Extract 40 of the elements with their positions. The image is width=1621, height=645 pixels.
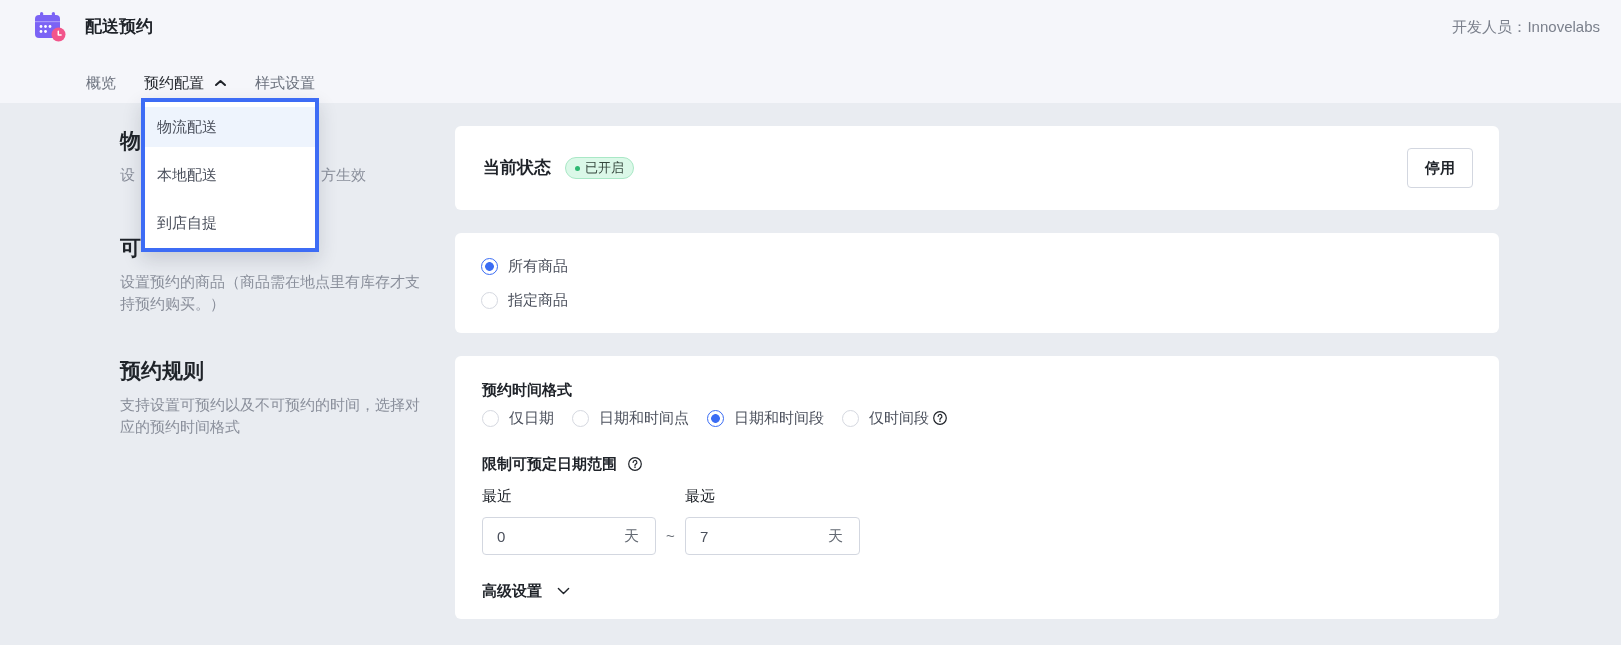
unit-label: 天	[828, 526, 843, 546]
menu-item[interactable]: 到店自提	[145, 203, 315, 243]
group-label: 限制可预定日期范围	[482, 454, 617, 474]
field-label: 最远	[685, 486, 715, 506]
disable-button[interactable]: 停用	[1407, 148, 1473, 188]
range-separator: ~	[666, 526, 675, 546]
calendar-clock-icon	[35, 12, 66, 42]
advanced-settings-toggle[interactable]: 高级设置	[482, 580, 570, 602]
status-label: 当前状态	[483, 157, 551, 179]
section-description: 支持设置可预约以及不可预约的时间，选择对应的预约时间格式	[120, 395, 421, 437]
tab[interactable]: 样式设置	[255, 72, 315, 94]
radio-label[interactable]: 仅时间段	[869, 407, 929, 429]
section-title: 预约规则	[120, 358, 204, 384]
help-icon[interactable]	[933, 411, 947, 425]
group-label: 预约时间格式	[482, 380, 572, 400]
app-title: 配送预约	[85, 16, 153, 38]
section-description: 方生效	[321, 165, 366, 185]
help-icon[interactable]	[628, 457, 642, 471]
status-dot-icon	[575, 165, 580, 171]
section-description: 设置预约的商品（商品需在地点里有库存才支持预约购买。）	[120, 272, 421, 314]
section-title: 可	[120, 235, 141, 261]
tab[interactable]: 预约配置	[144, 72, 227, 94]
menu-item[interactable]: 本地配送	[145, 155, 315, 195]
number-field[interactable]: 0 天	[482, 517, 656, 555]
number-field[interactable]: 7 天	[685, 517, 860, 555]
radio-label[interactable]: 日期和时间点	[599, 407, 689, 429]
radio-label[interactable]: 日期和时间段	[734, 407, 824, 429]
radio-label[interactable]: 指定商品	[508, 289, 568, 311]
radio-button[interactable]	[707, 409, 724, 427]
radio-button[interactable]	[481, 257, 498, 275]
tab[interactable]: 概览	[86, 72, 116, 94]
field-label: 最近	[482, 486, 512, 506]
radio-label[interactable]: 仅日期	[509, 407, 554, 429]
radio-label[interactable]: 所有商品	[508, 255, 568, 277]
badge-text: 已开启	[585, 159, 624, 177]
section-description: 设	[120, 165, 135, 185]
unit-label: 天	[624, 526, 639, 546]
developer-label: 开发人员：Innovelabs	[1452, 17, 1600, 37]
section-title: 物	[120, 128, 141, 154]
menu-item[interactable]: 物流配送	[145, 107, 315, 147]
